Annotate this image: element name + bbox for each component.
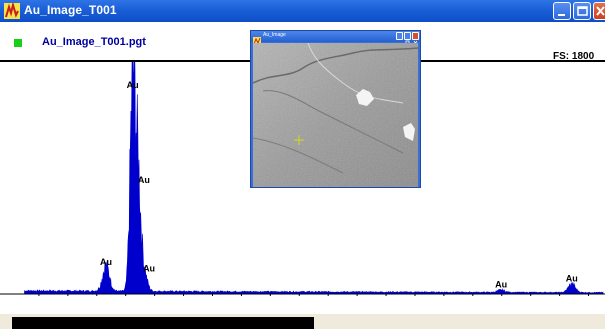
title-bar[interactable]: Au_Image_T001 xyxy=(0,0,605,22)
image-app-icon xyxy=(253,32,261,45)
sem-micrograph[interactable] xyxy=(253,43,418,187)
peak-label: Au xyxy=(127,80,139,90)
trace-color-indicator xyxy=(14,39,22,47)
image-window-title-bar[interactable]: Au_Image xyxy=(251,31,420,46)
peak-label: Au xyxy=(495,280,507,290)
image-maximize-button[interactable] xyxy=(404,32,411,46)
peak-label: Au xyxy=(100,257,112,267)
image-window-title: Au_Image xyxy=(263,32,286,38)
status-progress-area xyxy=(12,317,314,329)
spectrum-app-icon xyxy=(4,1,20,19)
image-minimize-button[interactable] xyxy=(396,32,403,45)
spectrum-window: Au_Image_T001 Au_Image_T001.pgt FS: 1800… xyxy=(0,0,605,329)
minimize-button[interactable] xyxy=(553,2,571,20)
close-button[interactable] xyxy=(593,2,605,20)
peak-label: Au xyxy=(138,175,150,185)
spectrum-file-name: Au_Image_T001.pgt xyxy=(42,36,146,48)
minimize-icon xyxy=(558,14,565,16)
window-title: Au_Image_T001 xyxy=(24,3,117,17)
close-icon xyxy=(596,6,605,16)
maximize-button[interactable] xyxy=(573,2,591,20)
image-window[interactable]: Au_Image xyxy=(250,30,421,188)
peak-label: Au xyxy=(566,274,578,284)
peak-label: Au xyxy=(143,263,155,273)
image-close-button[interactable] xyxy=(412,32,419,46)
maximize-icon xyxy=(577,6,588,16)
